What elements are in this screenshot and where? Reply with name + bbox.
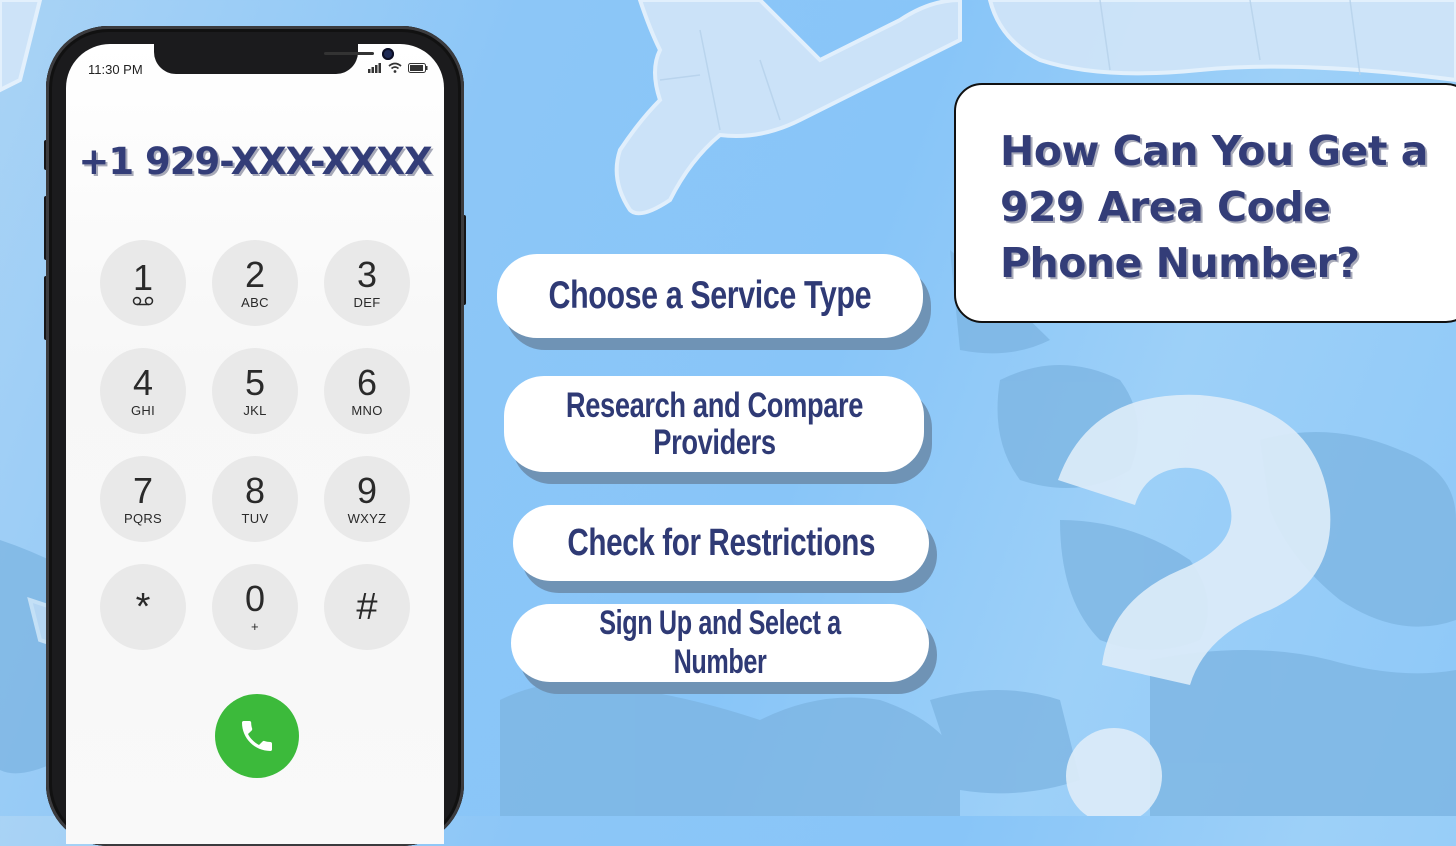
key-digit: 3 xyxy=(356,253,378,295)
step-sign-up-select-number: Sign Up and Select a Number xyxy=(511,604,929,682)
key-7[interactable]: 7 PQRS xyxy=(100,456,186,542)
key-letters: ABC xyxy=(241,294,269,310)
step-check-restrictions: Check for Restrictions xyxy=(513,505,929,581)
key-1[interactable]: 1 xyxy=(100,240,186,326)
question-mark-icon xyxy=(1058,394,1331,816)
key-letters: MNO xyxy=(351,402,383,418)
step-research-compare-providers: Research and Compare Providers xyxy=(504,376,924,472)
title-line-2: 929 Area Code xyxy=(1000,183,1331,231)
key-digit: 0 xyxy=(244,577,266,619)
step-label: Sign Up and Select a Number xyxy=(599,604,841,681)
key-2[interactable]: 2 ABC xyxy=(212,240,298,326)
key-digit: 5 xyxy=(244,361,266,403)
step-label: Choose a Service Type xyxy=(548,274,872,317)
key-hash[interactable]: # xyxy=(324,564,410,650)
phone-notch xyxy=(154,44,394,74)
phone-handset-icon xyxy=(242,721,272,751)
dial-keypad: 1 2 ABC 3 DEF 4 GHI 5 JKL 6 MNO 7 PQRS 8… xyxy=(100,240,416,650)
key-star[interactable]: * xyxy=(100,564,186,650)
wifi-icon xyxy=(388,62,402,73)
page-title: How Can You Get a 929 Area Code Phone Nu… xyxy=(1000,123,1456,291)
call-button[interactable] xyxy=(215,694,299,778)
status-icons xyxy=(368,62,428,73)
key-letters: WXYZ xyxy=(347,510,387,526)
voicemail-icon xyxy=(132,296,154,306)
key-digit: 1 xyxy=(132,257,154,298)
key-6[interactable]: 6 MNO xyxy=(324,348,410,434)
title-line-3: Phone Number? xyxy=(1000,239,1360,287)
key-4[interactable]: 4 GHI xyxy=(100,348,186,434)
step-label: Check for Restrictions xyxy=(567,521,875,564)
key-0[interactable]: 0 + xyxy=(212,564,298,650)
key-letters: PQRS xyxy=(123,510,163,526)
key-letters: DEF xyxy=(353,294,381,310)
key-digit: * xyxy=(135,586,151,628)
phone-screen: 11:30 PM +1 929-XXX-XXXX 1 2 ABC 3 DEF 4… xyxy=(66,44,444,844)
key-5[interactable]: 5 JKL xyxy=(212,348,298,434)
key-digit: 6 xyxy=(356,361,378,403)
dialed-number-display: +1 929-XXX-XXXX xyxy=(78,140,432,183)
key-9[interactable]: 9 WXYZ xyxy=(324,456,410,542)
battery-icon xyxy=(408,62,428,73)
title-line-1: How Can You Get a xyxy=(1000,127,1428,175)
step-label-line2: Providers xyxy=(652,423,776,462)
speaker-grille xyxy=(324,52,374,55)
step-label-line1: Research and Compare xyxy=(565,386,863,425)
signal-icon xyxy=(368,62,381,73)
key-3[interactable]: 3 DEF xyxy=(324,240,410,326)
key-letters: TUV xyxy=(241,510,269,526)
key-letters: JKL xyxy=(243,402,267,418)
key-digit: 7 xyxy=(132,469,154,511)
key-digit: 2 xyxy=(244,253,266,295)
key-digit: 4 xyxy=(132,361,154,403)
front-camera-icon xyxy=(382,48,394,60)
key-8[interactable]: 8 TUV xyxy=(212,456,298,542)
title-card: How Can You Get a 929 Area Code Phone Nu… xyxy=(954,83,1456,323)
key-digit: # xyxy=(356,586,378,628)
status-time: 11:30 PM xyxy=(88,62,143,77)
key-letters: GHI xyxy=(130,402,155,418)
key-digit: 9 xyxy=(356,469,378,511)
key-digit: 8 xyxy=(244,469,266,511)
key-letters: + xyxy=(251,618,259,634)
step-choose-service-type: Choose a Service Type xyxy=(497,254,923,338)
